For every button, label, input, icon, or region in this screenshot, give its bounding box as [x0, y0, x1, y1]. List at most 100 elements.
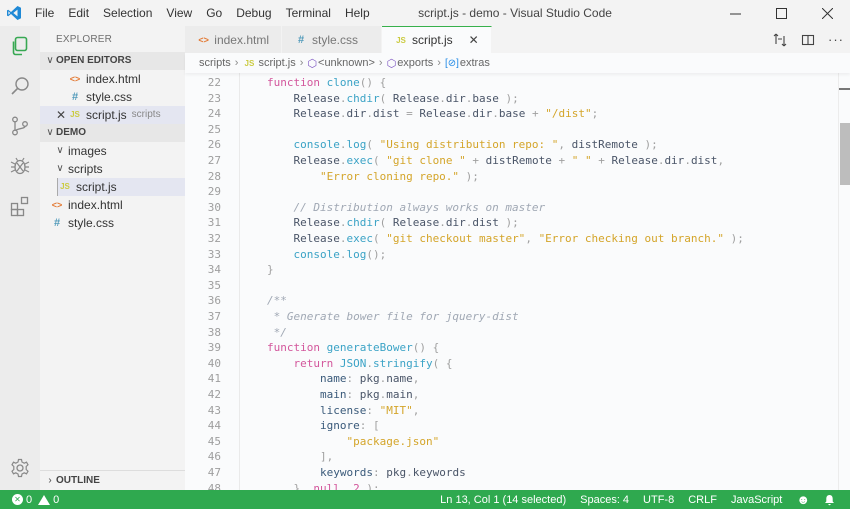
- code-line[interactable]: ],: [267, 449, 333, 465]
- chevron-down-icon: ∨: [46, 55, 54, 66]
- code-line[interactable]: "Error cloning repo." );: [267, 169, 479, 185]
- cursor-position[interactable]: Ln 13, Col 1 (14 selected): [433, 494, 573, 506]
- breadcrumb-symbol[interactable]: <unknown>: [318, 57, 375, 69]
- code-area[interactable]: function clone() { Release.chdir( Releas…: [239, 73, 834, 490]
- code-line[interactable]: // Distribution always works on master: [267, 200, 545, 216]
- code-line[interactable]: console.log();: [267, 247, 386, 263]
- activity-search[interactable]: [0, 66, 40, 106]
- line-ending[interactable]: CRLF: [681, 494, 724, 506]
- maximize-button[interactable]: [758, 0, 804, 26]
- tree-folder-scripts[interactable]: ∨ scripts: [40, 160, 185, 178]
- menu-debug[interactable]: Debug: [229, 0, 278, 26]
- activity-explorer[interactable]: [0, 26, 40, 66]
- code-line[interactable]: }: [267, 262, 274, 278]
- tree-file-index-html[interactable]: <> index.html: [40, 196, 185, 214]
- language-mode[interactable]: JavaScript: [724, 494, 789, 506]
- code-line[interactable]: Release.exec( "git checkout master", "Er…: [267, 231, 743, 247]
- code-line[interactable]: /**: [267, 293, 287, 309]
- code-line[interactable]: Release.chdir( Release.dir.dist );: [267, 215, 518, 231]
- menu-help[interactable]: Help: [338, 0, 377, 26]
- code-line[interactable]: keywords: pkg.keywords: [267, 465, 466, 481]
- menu-selection[interactable]: Selection: [96, 0, 159, 26]
- code-token: );: [644, 138, 658, 152]
- activity-source-control[interactable]: [0, 106, 40, 146]
- menu-terminal[interactable]: Terminal: [279, 0, 338, 26]
- open-editor-name: style.css: [86, 90, 133, 104]
- code-token: license: [267, 403, 367, 417]
- code-token: main: [386, 388, 413, 401]
- code-token: (: [372, 232, 387, 245]
- menu-view[interactable]: View: [159, 0, 199, 26]
- open-editor-item[interactable]: <> index.html: [40, 70, 185, 88]
- open-editors-label: OPEN EDITORS: [56, 55, 132, 66]
- code-token: "git clone ": [386, 154, 466, 167]
- notifications-bell-icon[interactable]: [817, 494, 842, 506]
- menu-file[interactable]: File: [28, 0, 61, 26]
- menu-go[interactable]: Go: [199, 0, 229, 26]
- scrollbar-cursor-marker: [839, 88, 850, 90]
- code-line[interactable]: function generateBower() {: [267, 340, 439, 356]
- breadcrumb-symbol[interactable]: exports: [397, 57, 433, 69]
- demo-folder-section[interactable]: ∨ DEMO: [40, 124, 185, 142]
- code-line[interactable]: Release.chdir( Release.dir.base );: [267, 91, 518, 107]
- code-token: distRemote: [485, 154, 559, 167]
- tree-file-style-css[interactable]: # style.css: [40, 214, 185, 232]
- source-control-icon: [12, 116, 28, 136]
- code-token: .: [439, 91, 446, 105]
- vertical-scrollbar[interactable]: [838, 73, 850, 490]
- code-token: (: [379, 91, 393, 105]
- open-editor-item-active[interactable]: ✕ JS script.js scripts: [40, 106, 185, 124]
- open-editor-item[interactable]: # style.css: [40, 88, 185, 106]
- code-token: Release: [267, 154, 340, 167]
- more-actions-button[interactable]: ···: [822, 26, 850, 53]
- code-line[interactable]: ignore: [: [267, 418, 380, 434]
- minimize-button[interactable]: [712, 0, 758, 26]
- line-number: 32: [207, 232, 221, 245]
- code-token: dir: [445, 216, 466, 230]
- code-line[interactable]: name: pkg.name,: [267, 371, 419, 387]
- code-token: ,: [525, 232, 539, 245]
- code-token: "Error cloning repo.": [267, 169, 460, 183]
- code-line[interactable]: function clone() {: [267, 75, 386, 91]
- tab-script-js[interactable]: JS script.js ✕: [382, 26, 492, 53]
- tree-folder-images[interactable]: ∨ images: [40, 142, 185, 160]
- code-line[interactable]: license: "MIT",: [267, 403, 419, 419]
- close-editor-icon[interactable]: ✕: [54, 106, 68, 124]
- tree-file-script-js[interactable]: JS script.js: [57, 178, 185, 196]
- open-changes-button[interactable]: [766, 26, 794, 53]
- code-line[interactable]: main: pkg.main,: [267, 387, 419, 403]
- breadcrumb-file[interactable]: script.js: [258, 57, 295, 69]
- code-line[interactable]: Release.exec( "git clone " + distRemote …: [267, 153, 724, 169]
- problems-indicator[interactable]: ✕ 0 0: [10, 494, 66, 506]
- code-line[interactable]: */: [267, 325, 287, 341]
- code-token: .: [366, 107, 373, 121]
- activity-settings[interactable]: [0, 448, 40, 488]
- code-line[interactable]: return JSON.stringify( {: [267, 356, 452, 372]
- code-line[interactable]: Release.dir.dist = Release.dir.base + "/…: [267, 106, 598, 122]
- outline-section[interactable]: › OUTLINE: [40, 470, 185, 490]
- tab-close-icon[interactable]: ✕: [469, 33, 479, 47]
- indentation[interactable]: Spaces: 4: [573, 494, 636, 506]
- activity-extensions[interactable]: [0, 186, 40, 226]
- code-editor[interactable]: 22 23 24 25 26 27 28 29 30 31 32 33 34 35 36 37 38 39 40 41…: [185, 73, 850, 490]
- tab-index-html[interactable]: <> index.html: [185, 26, 282, 53]
- code-token: (: [366, 138, 380, 152]
- breadcrumb-symbol[interactable]: extras: [460, 57, 490, 69]
- split-editor-button[interactable]: [794, 26, 822, 53]
- code-token: Release: [267, 232, 340, 245]
- close-window-button[interactable]: [804, 0, 850, 26]
- line-number: 37: [207, 310, 221, 323]
- tree-item-name: script.js: [76, 180, 117, 194]
- open-editors-section[interactable]: ∨ OPEN EDITORS: [40, 52, 185, 70]
- feedback-smiley-icon[interactable]: ☻: [789, 492, 817, 507]
- tab-style-css[interactable]: # style.css: [282, 26, 382, 53]
- code-line[interactable]: }, null, 2 );: [267, 481, 379, 490]
- code-line[interactable]: * Generate bower file for jquery-dist: [267, 309, 519, 325]
- scrollbar-thumb[interactable]: [840, 123, 850, 185]
- breadcrumb-folder[interactable]: scripts: [199, 57, 231, 69]
- menu-edit[interactable]: Edit: [61, 0, 96, 26]
- code-line[interactable]: console.log( "Using distribution repo: "…: [267, 137, 658, 153]
- encoding[interactable]: UTF-8: [636, 494, 681, 506]
- activity-debug[interactable]: [0, 146, 40, 186]
- code-line[interactable]: "package.json": [267, 434, 439, 450]
